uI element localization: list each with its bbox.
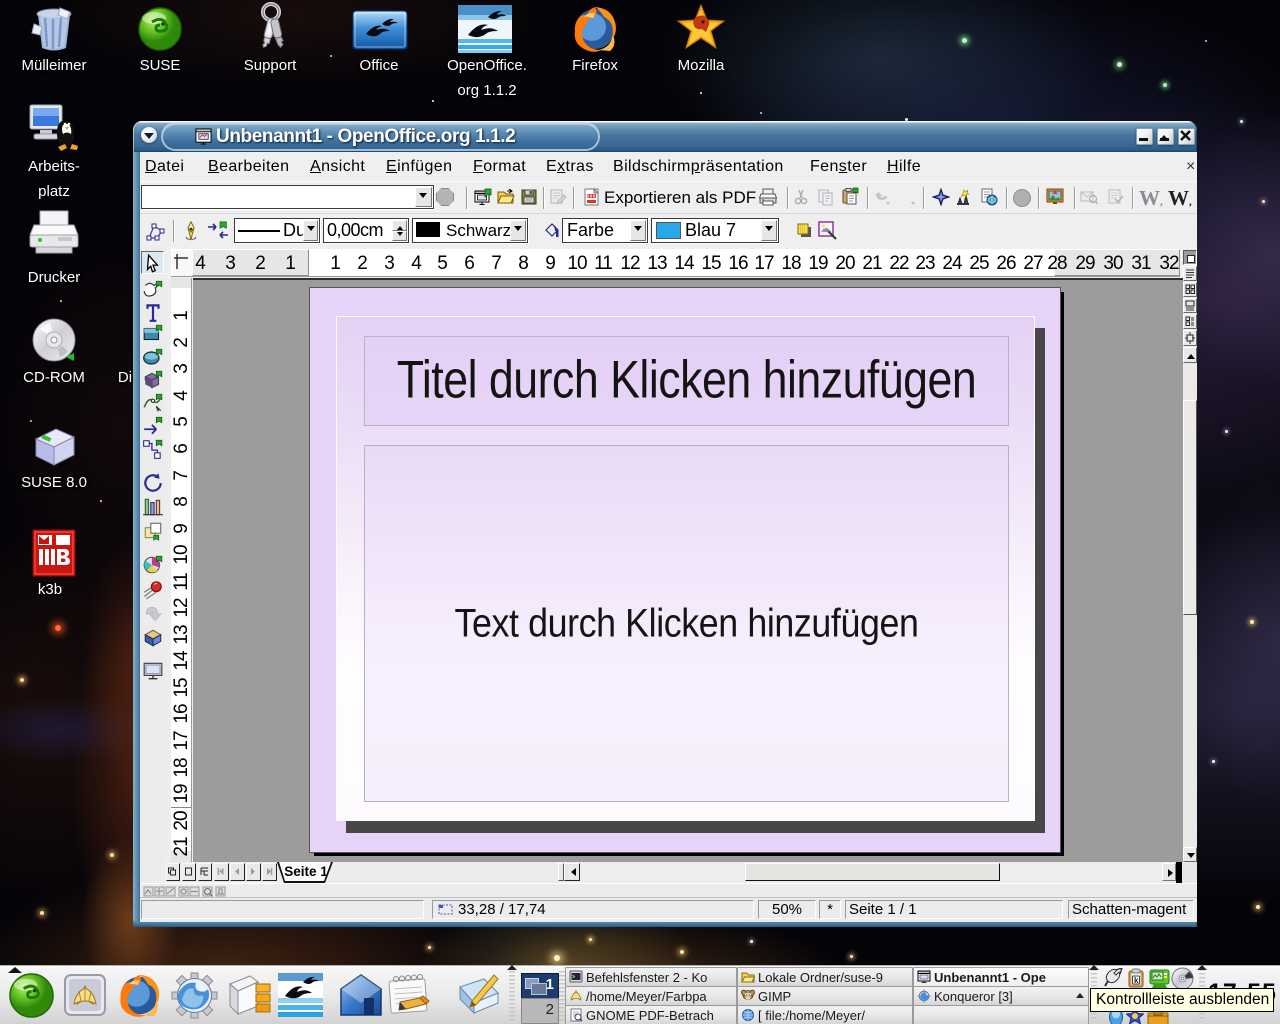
svg-text:k: k [1134,976,1139,985]
